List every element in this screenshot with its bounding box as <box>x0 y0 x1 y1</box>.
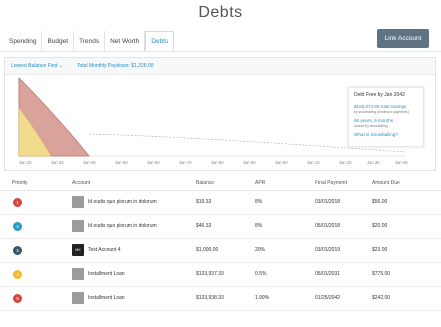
final-payment: 03/01/2018 <box>315 199 341 205</box>
total-savings-subtext: by snowballing (minimum payments) <box>354 110 409 114</box>
x-tick-label: Jan 70 <box>179 160 192 165</box>
header-balance: Balance <box>196 180 215 186</box>
sort-dropdown[interactable]: Lowest Balance First ⌄ <box>11 63 63 69</box>
account-name: Test Account 4 <box>88 247 121 253</box>
apr: 20% <box>255 247 266 253</box>
x-tick-label: Jan 90 <box>243 160 256 165</box>
table-row[interactable]: 2 Id eudis quo plorum in dolorum $46.33 … <box>0 215 441 239</box>
apr: 0.5% <box>255 271 267 277</box>
priority-badge: 1 <box>13 198 22 207</box>
mx-logo-icon: MX <box>72 244 84 256</box>
final-payment: 01/25/2042 <box>315 295 341 301</box>
table-row[interactable]: 4 Installment Loan $133,937.33 0.5% 05/0… <box>0 263 441 287</box>
tab-budget[interactable]: Budget <box>42 31 75 51</box>
priority-badge: 5 <box>13 294 22 303</box>
account-name: Installment Loan <box>88 271 125 277</box>
x-tick-label: Jan 00 <box>275 160 288 165</box>
debt-free-title: Debt Free by Jan 2042 <box>354 92 405 98</box>
priority-badge: 3 <box>13 246 22 255</box>
x-tick-label: Jan 10 <box>307 160 320 165</box>
tabs-divider <box>0 51 441 52</box>
balance: $46.33 <box>196 223 212 229</box>
header-final-payment: Final Payment <box>315 180 347 186</box>
account-name: Id eudis quo plorum in dolorum <box>88 223 157 229</box>
balance: $1,000.00 <box>196 247 219 253</box>
priority-badge: 4 <box>13 270 22 279</box>
balance: $133,937.33 <box>196 271 224 277</box>
account-name: Installment Loan <box>88 295 125 301</box>
x-tick-label: Jan 40 <box>83 160 96 165</box>
amount-due: $20.00 <box>372 223 388 229</box>
tab-trends[interactable]: Trends <box>74 31 106 51</box>
table-header: Priority Account Balance APR Final Payme… <box>0 180 441 190</box>
balance: $133,938.33 <box>196 295 224 301</box>
time-saved: 66 years, 9 months <box>354 118 394 123</box>
amount-due: $775.00 <box>372 271 391 277</box>
header-priority: Priority <box>12 180 28 186</box>
panel-header: Lowest Balance First ⌄ Total Monthly Pay… <box>5 58 435 75</box>
x-tick-label: Jan 20 <box>339 160 352 165</box>
debt-chart-panel: Lowest Balance First ⌄ Total Monthly Pay… <box>4 57 436 171</box>
bank-icon <box>72 292 84 304</box>
bank-icon <box>72 196 84 208</box>
table-row[interactable]: 1 Id eudis quo plorum in dolorum $19.33 … <box>0 191 441 215</box>
final-payment: 05/01/2018 <box>315 223 341 229</box>
amount-due: $23.00 <box>372 247 388 253</box>
header-account: Account <box>72 180 91 186</box>
final-payment: 03/01/2019 <box>315 247 341 253</box>
page-title: Debts <box>198 4 243 21</box>
apr: 8% <box>255 223 263 229</box>
account-name: Id eudis quo plorum in dolorum <box>88 199 157 205</box>
total-savings: $183,074.95 total savings <box>354 104 407 109</box>
apr: 8% <box>255 199 263 205</box>
header-amount-due: Amount Due <box>372 180 400 186</box>
bank-icon <box>72 220 84 232</box>
x-tick-label: Jan 30 <box>367 160 380 165</box>
bank-icon <box>72 268 84 280</box>
what-is-snowballing-link[interactable]: What is Snowballing? <box>354 132 418 137</box>
x-tick-label: Jan 60 <box>147 160 160 165</box>
x-tick-label: Jan 80 <box>211 160 224 165</box>
balance: $19.33 <box>196 199 212 205</box>
final-payment: 05/01/2031 <box>315 271 341 277</box>
amount-due: $242.00 <box>372 295 391 301</box>
x-tick-label: Jan 40 <box>395 160 408 165</box>
x-tick-label: Jan 20 <box>19 160 32 165</box>
apr: 1.99% <box>255 295 270 301</box>
link-account-button[interactable]: Link Account <box>377 29 429 48</box>
nav-tabs: Spending Budget Trends Net Worth Debts <box>4 31 175 51</box>
header-apr: APR <box>255 180 266 186</box>
priority-badge: 2 <box>13 222 22 231</box>
total-monthly-paydown[interactable]: Total Monthly Paydown: $1,326.00 <box>77 63 153 69</box>
tab-debts[interactable]: Debts <box>145 31 175 51</box>
tab-spending[interactable]: Spending <box>4 31 43 51</box>
x-tick-label: Jan 30 <box>51 160 64 165</box>
x-tick-labels: Jan 20 Jan 30 Jan 40 Jan 50 Jan 60 Jan 7… <box>19 160 408 165</box>
table-row[interactable]: 3 MX Test Account 4 $1,000.00 20% 03/01/… <box>0 239 441 263</box>
debt-free-card: Debt Free by Jan 2042 $183,074.95 total … <box>348 87 424 147</box>
x-tick-label: Jan 50 <box>115 160 128 165</box>
amount-due: $56.00 <box>372 199 388 205</box>
time-saved-subtext: sooner by snowballing <box>354 124 388 128</box>
tab-net-worth[interactable]: Net Worth <box>105 31 146 51</box>
table-row[interactable]: 5 Installment Loan $133,938.33 1.99% 01/… <box>0 287 441 311</box>
